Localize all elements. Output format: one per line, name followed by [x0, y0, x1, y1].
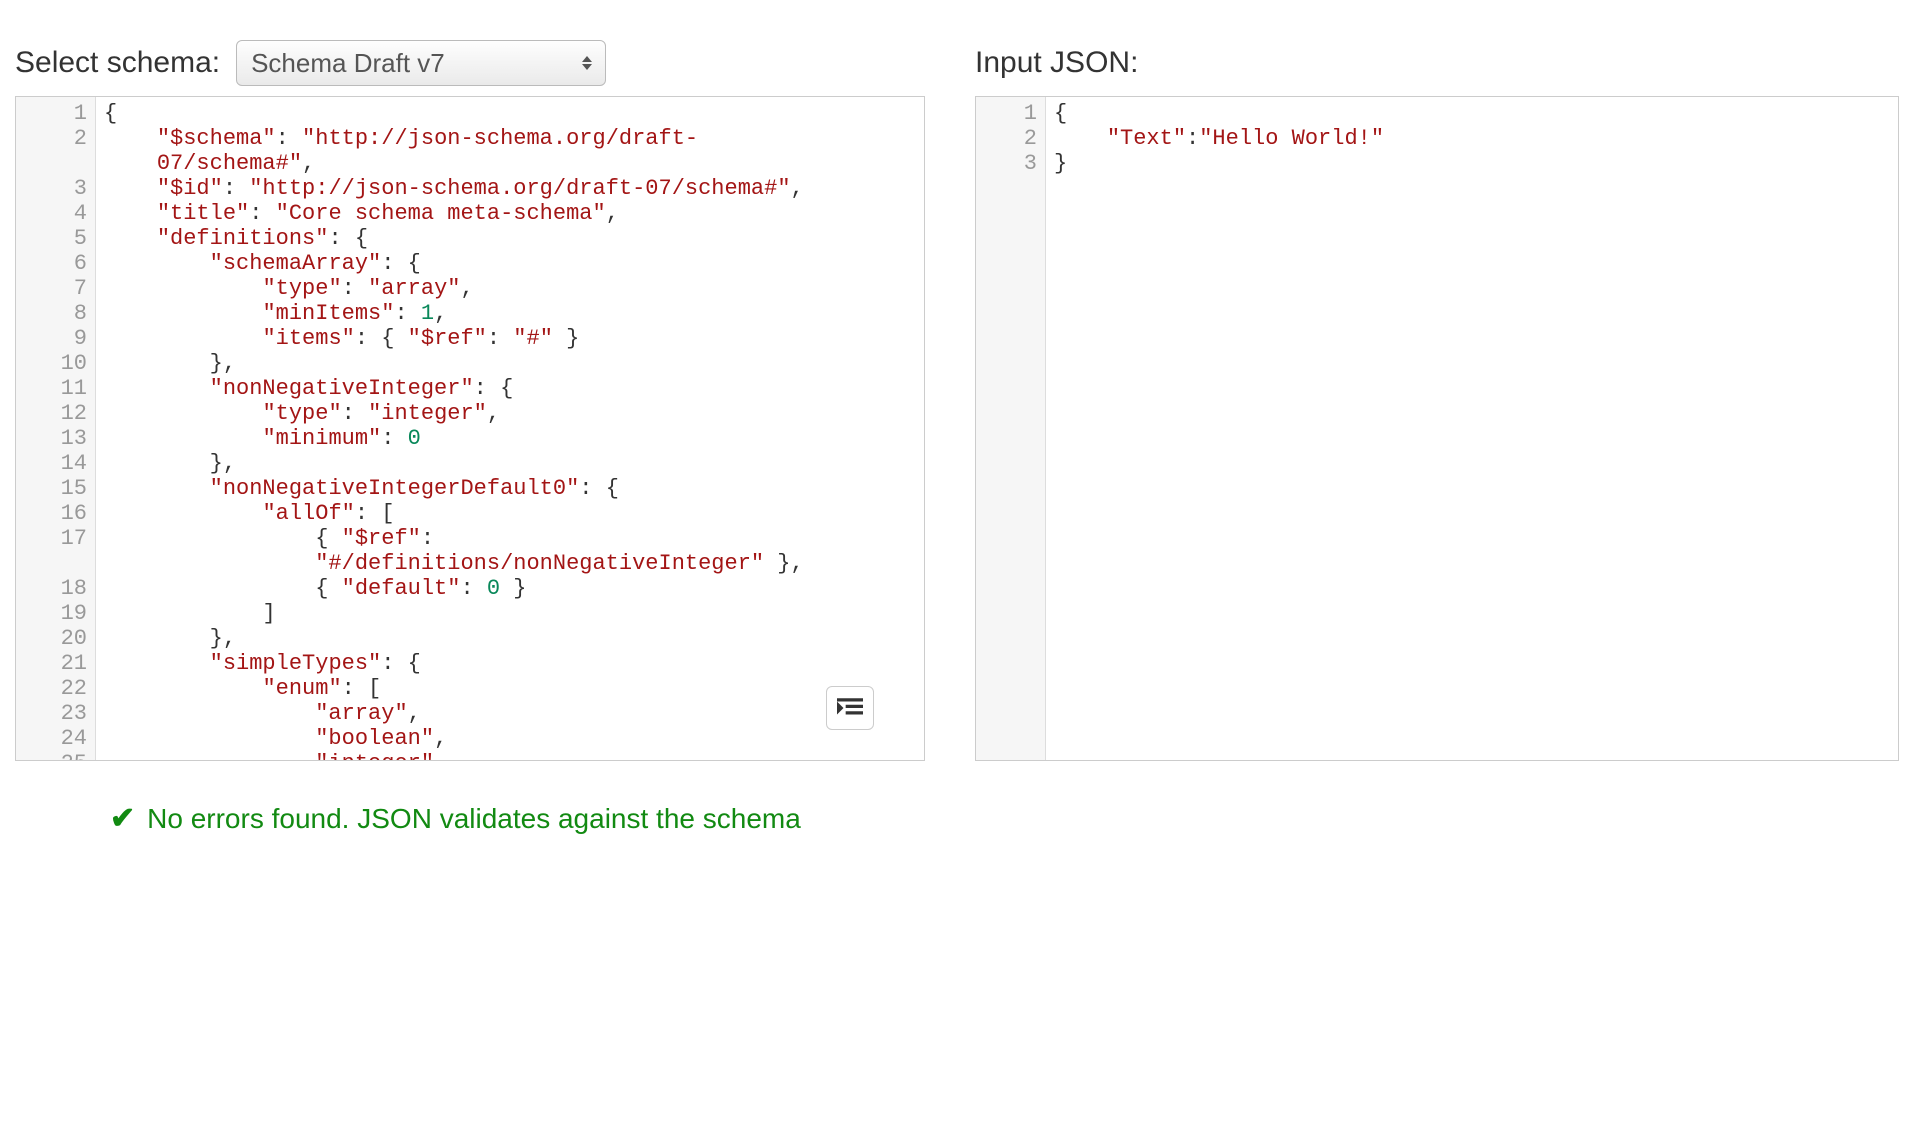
schema-gutter: 1234567891011121314151617181920212223242… — [16, 97, 96, 760]
input-json-label: Input JSON: — [975, 46, 1138, 80]
input-header: Input JSON: — [975, 40, 1899, 86]
input-column: Input JSON: 123 { "Text":"Hello World!"} — [975, 40, 1899, 761]
input-code[interactable]: { "Text":"Hello World!"} — [1046, 97, 1898, 760]
indent-icon — [837, 698, 863, 718]
format-button[interactable] — [826, 686, 874, 730]
schema-header: Select schema: Schema Draft v7 — [15, 40, 925, 86]
input-editor[interactable]: 123 { "Text":"Hello World!"} — [975, 96, 1899, 761]
main-layout: Select schema: Schema Draft v7 123456789… — [15, 40, 1899, 761]
schema-select-wrap: Schema Draft v7 — [236, 40, 606, 86]
status-message: No errors found. JSON validates against … — [147, 803, 801, 835]
validation-status: ✔ No errors found. JSON validates agains… — [110, 801, 1899, 836]
schema-select[interactable]: Schema Draft v7 — [236, 40, 606, 86]
select-schema-label: Select schema: — [15, 46, 220, 80]
schema-editor[interactable]: 1234567891011121314151617181920212223242… — [15, 96, 925, 761]
check-icon: ✔ — [110, 801, 135, 836]
schema-code[interactable]: { "$schema": "http://json-schema.org/dra… — [96, 97, 924, 760]
schema-column: Select schema: Schema Draft v7 123456789… — [15, 40, 925, 761]
input-gutter: 123 — [976, 97, 1046, 760]
